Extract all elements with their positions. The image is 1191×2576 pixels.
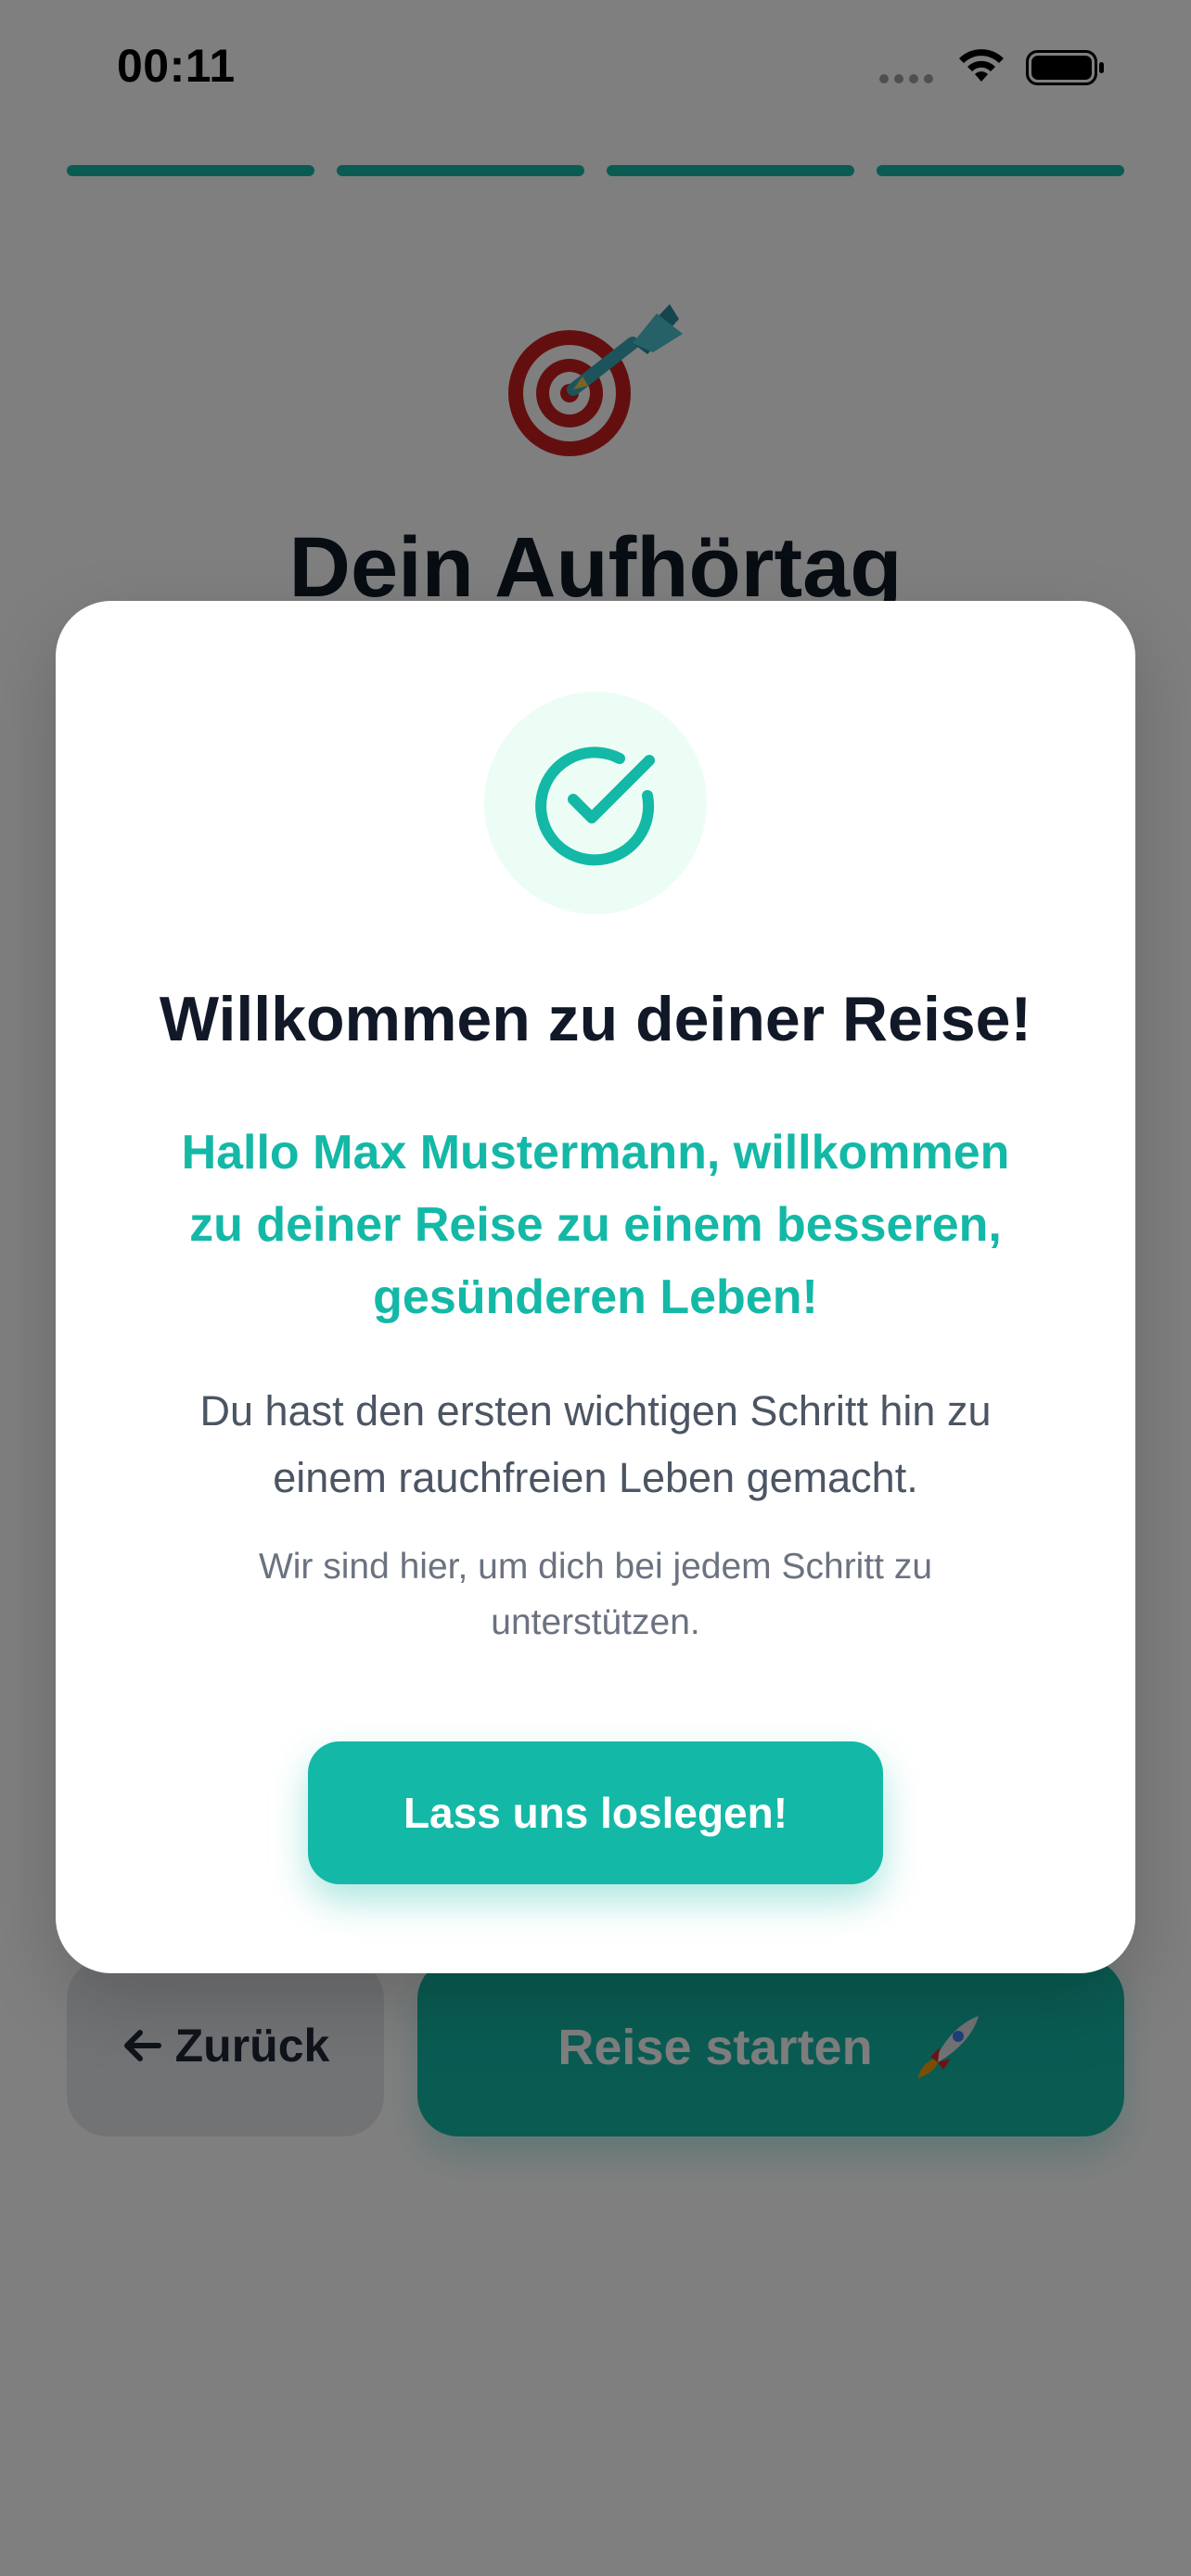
modal-greeting: Hallo Max Mustermann, willkommen zu dein… — [181, 1126, 1010, 1324]
lets-start-button[interactable]: Lass uns loslegen! — [308, 1741, 883, 1884]
modal-title: Willkommen zu deiner Reise! — [159, 984, 1032, 1054]
modal-note-text: Wir sind hier, um dich bei jedem Schritt… — [258, 1547, 933, 1642]
welcome-modal: Willkommen zu deiner Reise! Hallo Max Mu… — [56, 601, 1135, 1973]
check-badge — [484, 692, 707, 914]
modal-body-text: Du hast den ersten wichtigen Schritt hin… — [199, 1387, 992, 1501]
check-circle-icon — [535, 746, 655, 866]
